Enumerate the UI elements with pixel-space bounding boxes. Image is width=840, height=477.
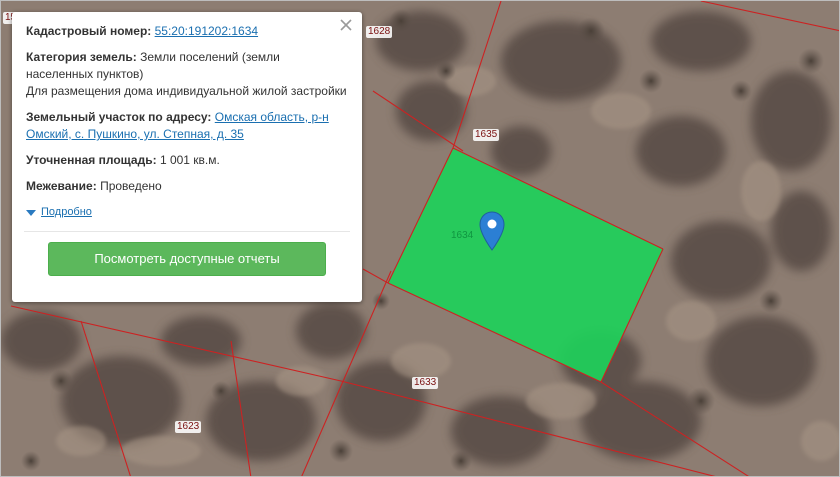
more-details-toggle[interactable]: Подробно [26,204,348,221]
cadastral-number-label: Кадастровый номер: [26,24,152,38]
view-reports-button[interactable]: Посмотреть доступные отчеты [48,242,326,276]
more-details-label: Подробно [41,206,92,218]
plot-label-1635[interactable]: 1635 [473,129,500,141]
land-category-label: Категория земель: [26,50,137,64]
survey-value: Проведено [100,179,162,193]
triangle-down-icon [26,209,36,216]
plot-label-1634[interactable]: 1634 [449,230,475,242]
area-label: Уточненная площадь: [26,153,157,167]
land-purpose-value: Для размещения дома индивидуальной жилой… [26,84,347,98]
address-row: Земельный участок по адресу: Омская обла… [26,109,348,143]
divider [24,231,350,232]
plot-info-popup: Кадастровый номер: 55:20:191202:1634 Кат… [12,12,362,302]
cadastral-number-row: Кадастровый номер: 55:20:191202:1634 [26,23,348,40]
plot-label-1633[interactable]: 1633 [412,377,439,389]
land-category-row: Категория земель: Земли поселений (земли… [26,49,348,100]
area-value: 1 001 кв.м. [159,153,220,167]
plot-label-1623[interactable]: 1623 [175,421,202,433]
survey-row: Межевание: Проведено [26,178,348,195]
map-view[interactable]: 1628 1635 1634 1633 1623 15 Кадастровый … [0,0,840,477]
address-label: Земельный участок по адресу: [26,110,212,124]
cadastral-number-link[interactable]: 55:20:191202:1634 [155,24,258,38]
area-row: Уточненная площадь: 1 001 кв.м. [26,152,348,169]
close-icon[interactable] [338,17,354,33]
survey-label: Межевание: [26,179,97,193]
map-pin-icon[interactable] [479,211,505,251]
plot-label-1628[interactable]: 1628 [366,26,393,38]
